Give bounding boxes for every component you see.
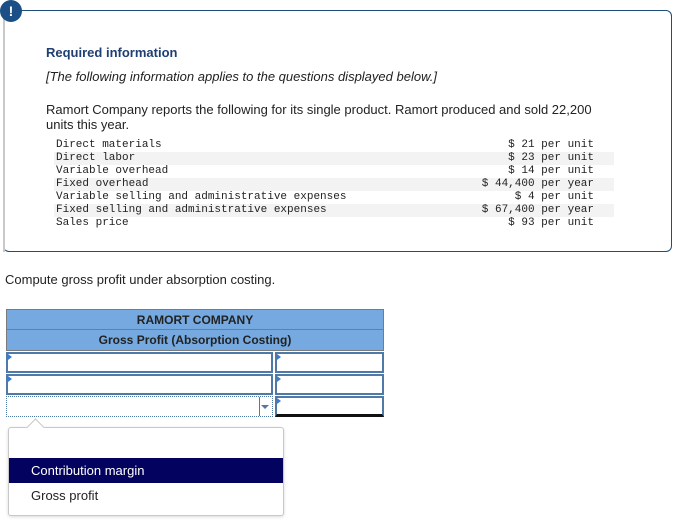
cell-marker-icon: [276, 376, 281, 382]
cell-marker-icon: [8, 376, 12, 382]
chevron-down-icon: [260, 405, 269, 409]
table-row: Variable selling and administrative expe…: [54, 191, 614, 204]
question-prompt: Compute gross profit under absorption co…: [5, 272, 276, 287]
worksheet-row: [6, 374, 384, 395]
row-label-dropdown[interactable]: [6, 396, 273, 417]
item-value: $ 4 per unit: [514, 191, 594, 203]
cell-marker-icon: [276, 398, 281, 404]
worksheet-row: [6, 396, 384, 417]
cell-marker-icon: [8, 354, 12, 360]
item-label: Variable selling and administrative expe…: [56, 191, 347, 203]
required-information-title: Required information: [46, 45, 178, 60]
item-label: Sales price: [56, 217, 129, 229]
item-label: Fixed selling and administrative expense…: [54, 204, 439, 217]
dropdown-option-gross-profit[interactable]: Gross profit: [9, 483, 283, 508]
table-row: Direct labor $ 23 per unit: [54, 152, 614, 165]
worksheet-company-header: RAMORT COMPANY: [6, 309, 384, 330]
dropdown-toggle[interactable]: [258, 397, 272, 416]
row-amount-input[interactable]: [274, 352, 384, 373]
table-row: Sales price $ 93 per unit: [54, 217, 614, 230]
table-row: Variable overhead $ 14 per unit: [54, 165, 614, 178]
item-value: $ 21 per unit: [508, 139, 594, 151]
item-label: Direct labor: [54, 152, 439, 165]
problem-statement: Ramort Company reports the following for…: [46, 102, 592, 132]
required-information-subtitle: [The following information applies to th…: [46, 69, 437, 84]
table-row: Fixed selling and administrative expense…: [54, 204, 614, 217]
table-row: Direct materials $ 21 per unit: [54, 139, 614, 152]
item-value: $ 23 per unit: [438, 152, 614, 165]
cost-data-table: Direct materials $ 21 per unit Direct lab…: [54, 139, 614, 230]
item-value: $ 44,400 per year: [438, 178, 614, 191]
item-label: Fixed overhead: [54, 178, 439, 191]
item-value: $ 67,400 per year: [438, 204, 614, 217]
item-label: Variable overhead: [56, 165, 169, 177]
item-label: Direct materials: [56, 139, 162, 151]
gross-profit-worksheet: RAMORT COMPANY Gross Profit (Absorption …: [6, 309, 384, 417]
item-value: $ 93 per unit: [508, 217, 594, 229]
worksheet-row: [6, 352, 384, 373]
worksheet-title-header: Gross Profit (Absorption Costing): [6, 330, 384, 351]
row-label-input[interactable]: [6, 374, 273, 395]
row-amount-input[interactable]: [274, 374, 384, 395]
table-row: Fixed overhead $ 44,400 per year: [54, 178, 614, 191]
row-label-input[interactable]: [6, 352, 273, 373]
popup-pointer: [26, 418, 45, 437]
item-value: $ 14 per unit: [508, 165, 594, 177]
dropdown-menu: Contribution margin Gross profit: [8, 418, 284, 516]
alert-icon: !: [0, 0, 22, 22]
dropdown-option-contribution-margin[interactable]: Contribution margin: [9, 458, 283, 483]
row-amount-input[interactable]: [274, 396, 384, 417]
cell-marker-icon: [276, 354, 281, 360]
